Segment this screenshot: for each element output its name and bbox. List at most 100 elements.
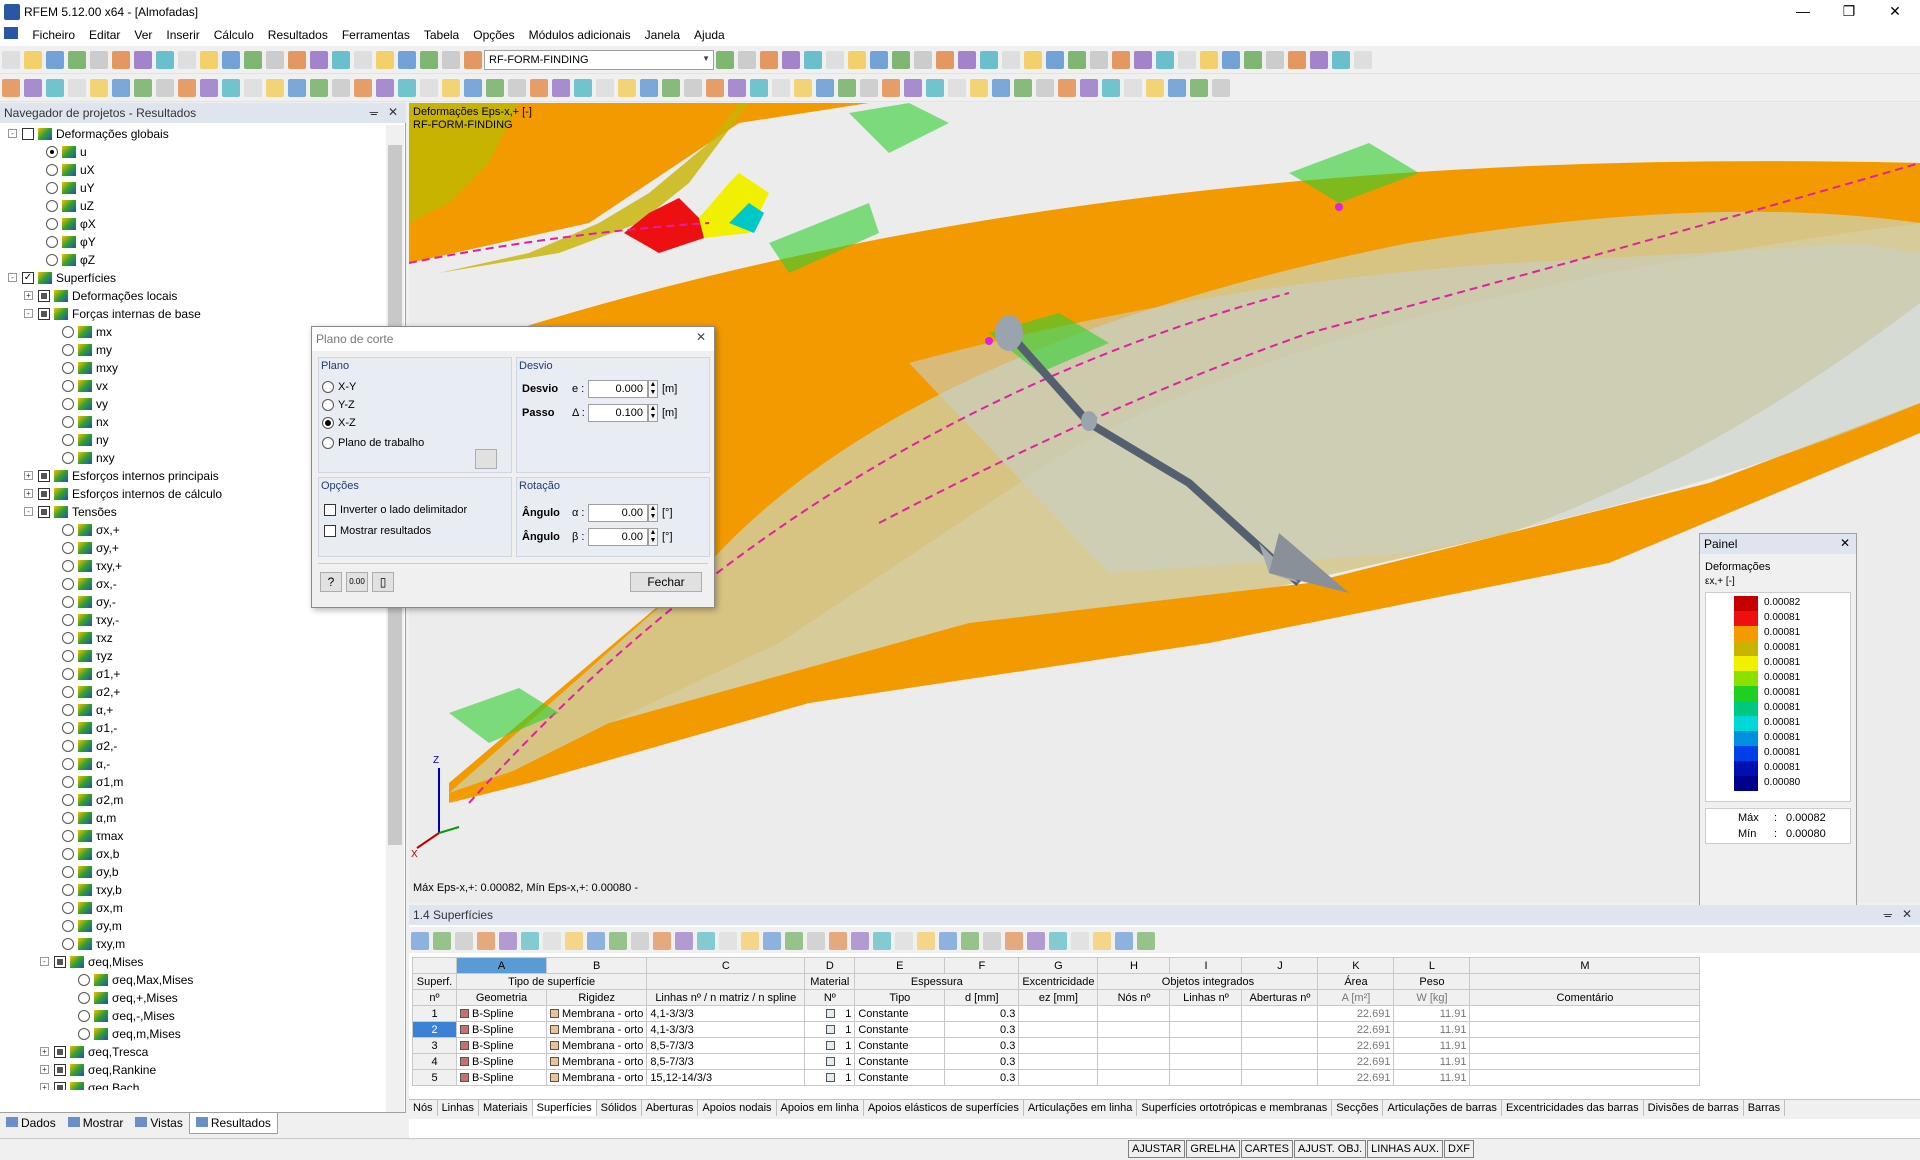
toolbar-button[interactable] — [200, 79, 218, 97]
result-radio[interactable] — [62, 722, 74, 734]
toolbar-button[interactable] — [1080, 79, 1098, 97]
toolbar-button[interactable] — [464, 79, 482, 97]
table-tab-4[interactable]: Sólidos — [597, 1100, 642, 1116]
table-row[interactable]: 4 B-Spline Membrana - orto 8,5-7/3/3 1 Consta… — [412, 1053, 1701, 1070]
result-radio[interactable] — [62, 686, 74, 698]
close-dialog-button[interactable]: Fechar — [630, 572, 702, 592]
result-radio[interactable] — [46, 164, 58, 176]
table-tab-7[interactable]: Apoios em linha — [777, 1100, 864, 1116]
toolbar-button[interactable] — [156, 51, 174, 69]
menu-0[interactable]: Ficheiro — [25, 25, 82, 45]
table-toolbar-button[interactable] — [1137, 932, 1155, 950]
toolbar-button[interactable] — [376, 79, 394, 97]
table-toolbar-button[interactable] — [1071, 932, 1089, 950]
table-cell[interactable]: 22.691 — [1317, 1021, 1395, 1038]
panel-close-icon[interactable]: ✕ — [1840, 536, 1850, 550]
toolbar-button[interactable] — [134, 79, 152, 97]
tree-checkbox[interactable] — [38, 308, 50, 320]
collapse-icon[interactable]: - — [8, 129, 17, 138]
table-cell[interactable]: Constante — [854, 1053, 946, 1070]
tree-item[interactable]: τxy,b — [0, 881, 386, 899]
tree-item[interactable]: σeq,m,Mises — [0, 1025, 386, 1043]
tree-item[interactable]: - σeq,Mises — [0, 953, 386, 971]
toolbar-button[interactable] — [332, 79, 350, 97]
plane-radio-3[interactable] — [322, 437, 334, 449]
result-radio[interactable] — [78, 992, 90, 1004]
expand-icon[interactable]: + — [24, 471, 33, 480]
toolbar-button[interactable] — [782, 51, 800, 69]
toolbar-button[interactable] — [1212, 79, 1230, 97]
table-cell[interactable] — [1097, 1021, 1171, 1038]
toolbar-button[interactable] — [222, 79, 240, 97]
toolbar-button[interactable] — [1068, 51, 1086, 69]
table-toolbar-button[interactable] — [961, 932, 979, 950]
table-cell[interactable]: 22.691 — [1317, 1069, 1395, 1086]
tree-item[interactable]: σ2,- — [0, 737, 386, 755]
tree-item[interactable]: σx,b — [0, 845, 386, 863]
tree-checkbox[interactable] — [54, 1064, 66, 1076]
toolbar-button[interactable] — [1036, 79, 1054, 97]
toolbar-button[interactable] — [1200, 51, 1218, 69]
tree-checkbox[interactable] — [38, 506, 50, 518]
table-cell[interactable]: 22.691 — [1317, 1053, 1395, 1070]
table-cell[interactable]: 11.91 — [1393, 1069, 1471, 1086]
table-cell[interactable] — [1169, 1069, 1243, 1086]
toolbar-button[interactable] — [288, 79, 306, 97]
toolbar-button[interactable] — [980, 51, 998, 69]
collapse-icon[interactable]: - — [8, 273, 17, 282]
toolbar-button[interactable] — [310, 79, 328, 97]
toolbar-button[interactable] — [530, 79, 548, 97]
toolbar-button[interactable] — [90, 79, 108, 97]
toolbar-button[interactable] — [24, 51, 42, 69]
result-radio[interactable] — [62, 434, 74, 446]
toolbar-button[interactable] — [486, 79, 504, 97]
alpha-input[interactable]: 0.00 — [588, 504, 648, 522]
result-radio[interactable] — [62, 614, 74, 626]
tree-item[interactable]: φZ — [0, 251, 386, 269]
toolbar-button[interactable] — [244, 51, 262, 69]
tree-item[interactable]: τxy,- — [0, 611, 386, 629]
toolbar-button[interactable] — [970, 79, 988, 97]
table-row[interactable]: 1 B-Spline Membrana - orto 4,1-3/3/3 1 Consta… — [412, 1005, 1701, 1022]
info-button[interactable]: ▯ — [372, 572, 394, 592]
tree-item[interactable]: σ2,m — [0, 791, 386, 809]
beta-input[interactable]: 0.00 — [588, 528, 648, 546]
menu-6[interactable]: Ferramentas — [335, 25, 417, 45]
tree-item[interactable]: α,m — [0, 809, 386, 827]
nav-tab-3[interactable]: Resultados — [188, 1113, 278, 1134]
status-toggle-0[interactable]: AJUSTAR — [1128, 1140, 1186, 1158]
result-radio[interactable] — [62, 362, 74, 374]
table-tab-1[interactable]: Linhas — [438, 1100, 479, 1116]
table-toolbar-button[interactable] — [807, 932, 825, 950]
table-row[interactable]: 5 B-Spline Membrana - orto 15,12-14/3/3 1 Con… — [412, 1069, 1701, 1086]
toolbar-button[interactable] — [750, 79, 768, 97]
tree-item[interactable]: uY — [0, 179, 386, 197]
toolbar-button[interactable] — [68, 51, 86, 69]
table-tab-12[interactable]: Articulações de barras — [1383, 1100, 1502, 1116]
table-toolbar-button[interactable] — [829, 932, 847, 950]
toolbar-button[interactable] — [68, 79, 86, 97]
toolbar-button[interactable] — [1222, 51, 1240, 69]
table-tab-6[interactable]: Apoios nodais — [698, 1100, 777, 1116]
table-cell[interactable]: 1 — [412, 1005, 457, 1022]
menu-system-icon[interactable] — [0, 24, 22, 45]
result-radio[interactable] — [62, 344, 74, 356]
table-tab-15[interactable]: Barras — [1744, 1100, 1786, 1116]
toolbar-button[interactable] — [640, 79, 658, 97]
toolbar-button[interactable] — [310, 51, 328, 69]
table-cell[interactable] — [1097, 1037, 1171, 1054]
table-cell[interactable]: 15,12-14/3/3 — [646, 1069, 806, 1086]
table-toolbar-button[interactable] — [1005, 932, 1023, 950]
result-radio[interactable] — [62, 920, 74, 932]
tree-item[interactable]: + Deformações locais — [0, 287, 386, 305]
status-toggle-3[interactable]: AJUST. OBJ. — [1293, 1140, 1367, 1158]
toolbar-button[interactable] — [508, 79, 526, 97]
toolbar-button[interactable] — [1354, 51, 1372, 69]
plane-radio-1[interactable] — [322, 399, 334, 411]
toolbar-button[interactable] — [46, 79, 64, 97]
table-cell[interactable] — [1169, 1005, 1243, 1022]
table-toolbar-button[interactable] — [983, 932, 1001, 950]
table-cell[interactable]: B-Spline — [456, 1021, 547, 1038]
tree-item[interactable]: σy,b — [0, 863, 386, 881]
toolbar-button[interactable] — [376, 51, 394, 69]
